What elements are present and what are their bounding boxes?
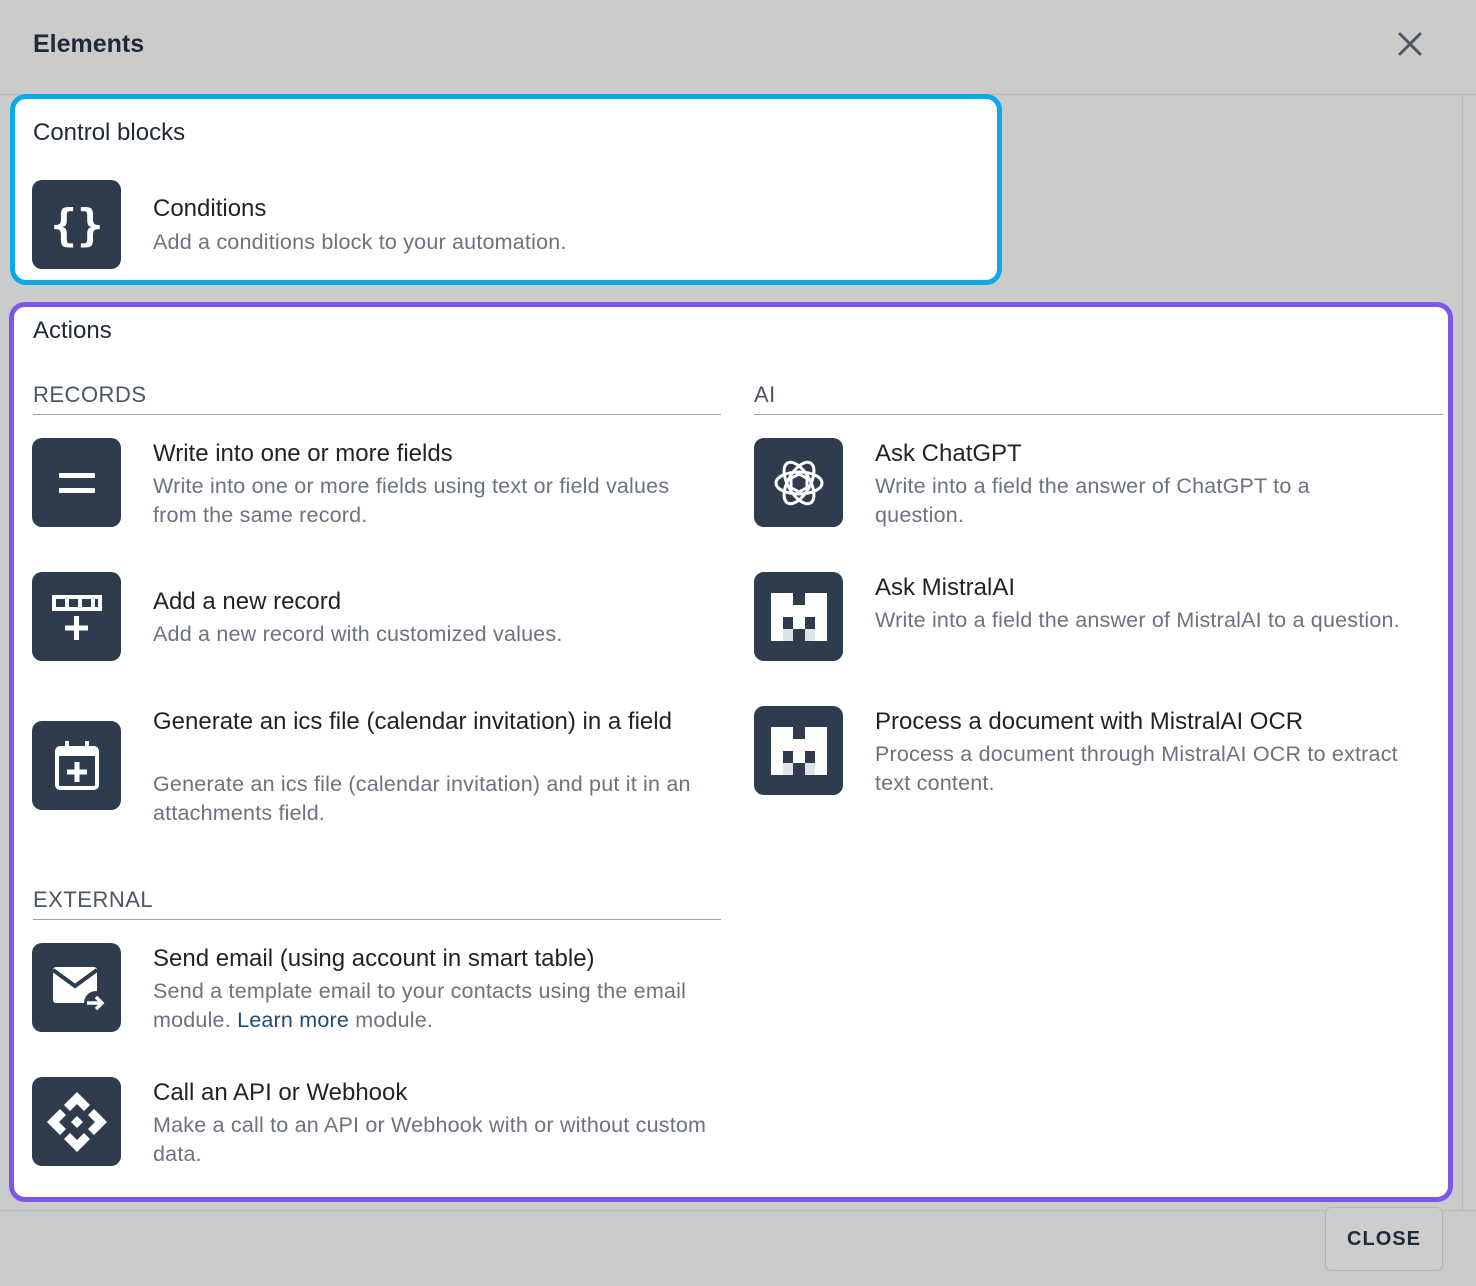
learn-more-link[interactable]: Learn more [237,1008,349,1032]
description-suffix: module. [355,1007,434,1032]
openai-logo-icon [754,438,843,527]
equals-icon [32,438,121,527]
modal-footer [0,1210,1476,1286]
item-description: Make a call to an API or Webhook with or… [153,1113,707,1166]
item-description: Send a template email to your contacts u… [153,977,713,1034]
item-description: Write into a field the answer of Mistral… [875,608,1400,632]
item-title: Process a document with MistralAI OCR [875,708,1304,735]
actions-panel: Actions RECORDS Write into one or more f… [9,302,1453,1202]
braces-icon: {} [32,180,121,269]
mistral-logo-icon [754,572,843,661]
ask-mistral-item[interactable]: Ask MistralAI Write into a field the ans… [754,572,1434,661]
item-description: Add a conditions block to your automatio… [153,230,567,254]
item-title: Send email (using account in smart table… [153,945,595,972]
modal-header: Elements [0,0,1476,95]
ask-chatgpt-item[interactable]: Ask ChatGPT Write into a field the answe… [754,438,1434,527]
item-description: Process a document through MistralAI OCR… [875,742,1398,795]
scroll-edge [1462,95,1463,1210]
records-divider [33,414,721,415]
conditions-item[interactable]: {} Conditions Add a conditions block to … [32,180,972,269]
item-title: Conditions [153,195,267,222]
external-divider [33,919,721,920]
table-add-row-icon [32,572,121,661]
generate-ics-item[interactable]: Generate an ics file (calendar invitatio… [32,706,722,826]
item-title: Ask MistralAI [875,574,1016,601]
modal-title: Elements [33,30,145,58]
item-title: Add a new record [153,588,342,615]
mistral-logo-icon [754,706,843,795]
item-title: Call an API or Webhook [153,1079,408,1106]
item-title: Ask ChatGPT [875,440,1022,467]
call-api-item[interactable]: Call an API or Webhook Make a call to an… [32,1077,722,1166]
item-description: Write into a field the answer of ChatGPT… [875,474,1310,527]
write-fields-item[interactable]: Write into one or more fields Write into… [32,438,722,527]
item-title: Write into one or more fields [153,440,453,467]
item-description: Generate an ics file (calendar invitatio… [153,772,691,825]
add-record-item[interactable]: Add a new record Add a new record with c… [32,572,722,661]
calendar-plus-icon [32,721,121,810]
external-heading: EXTERNAL [33,887,154,912]
email-send-icon [32,943,121,1032]
svg-text:{}: {} [50,200,103,251]
control-blocks-panel: Control blocks {} Conditions Add a condi… [10,94,1002,285]
records-heading: RECORDS [33,382,147,407]
item-description: Write into one or more fields using text… [153,474,670,527]
actions-title: Actions [33,317,112,344]
control-blocks-title: Control blocks [33,119,186,146]
ai-divider [754,414,1443,415]
webhook-icon [32,1077,121,1166]
ai-heading: AI [754,382,776,407]
close-icon[interactable] [1392,26,1428,62]
item-description: Add a new record with customized values. [153,622,563,646]
send-email-item[interactable]: Send email (using account in smart table… [32,943,722,1032]
mistral-ocr-item[interactable]: Process a document with MistralAI OCR Pr… [754,706,1434,795]
close-button[interactable]: CLOSE [1325,1207,1443,1271]
item-title: Generate an ics file (calendar invitatio… [153,708,672,735]
